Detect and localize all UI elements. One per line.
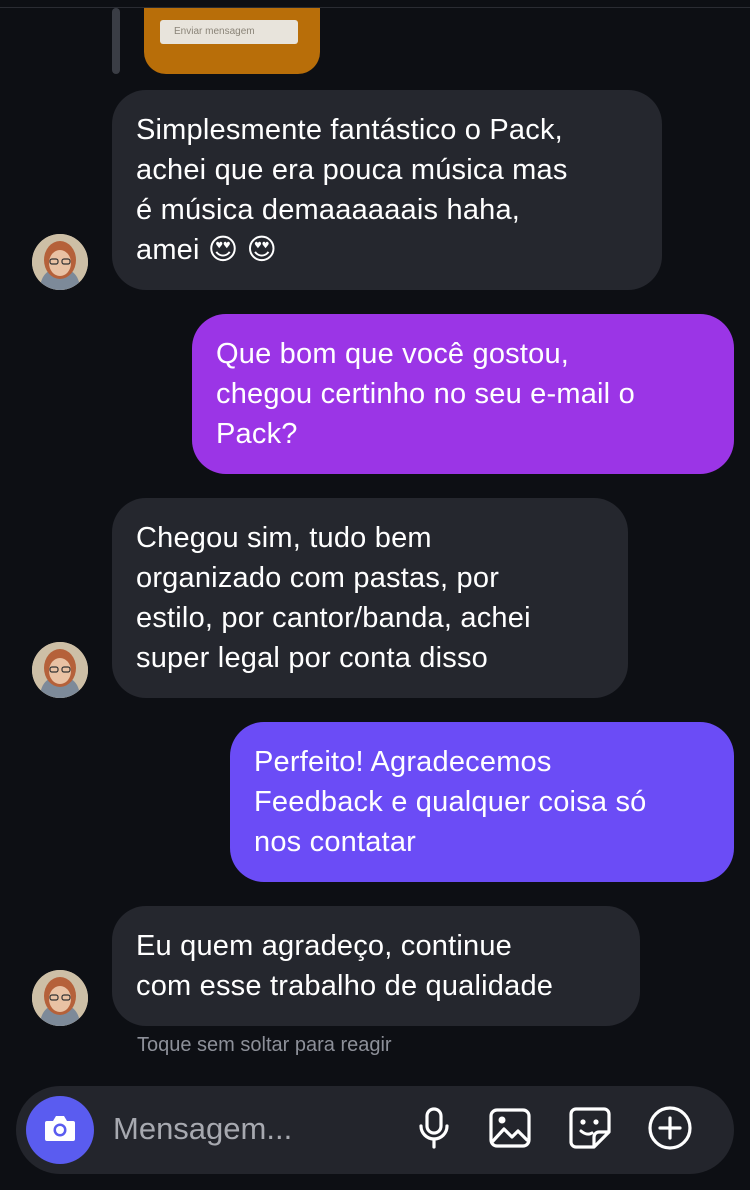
contact-avatar[interactable] — [32, 642, 88, 698]
microphone-button[interactable] — [408, 1104, 460, 1156]
gallery-button[interactable] — [484, 1104, 536, 1156]
sticker-icon — [568, 1106, 612, 1155]
reaction-hint: Toque sem soltar para reagir — [137, 1034, 392, 1056]
more-options-button[interactable] — [644, 1104, 696, 1156]
sticker-button[interactable] — [564, 1104, 616, 1156]
top-divider — [0, 7, 750, 8]
message-incoming[interactable]: Simplesmente fantástico o Pack, achei qu… — [112, 90, 662, 290]
message-composer: Mensagem... — [16, 1086, 734, 1174]
camera-button[interactable] — [26, 1096, 94, 1164]
image-icon — [488, 1107, 532, 1154]
shared-media-preview[interactable]: Enviar mensagem — [144, 8, 320, 74]
microphone-icon — [417, 1106, 451, 1155]
message-incoming[interactable]: Chegou sim, tudo bem organizado com past… — [112, 498, 628, 698]
message-input[interactable]: Mensagem... — [113, 1109, 292, 1149]
message-outgoing[interactable]: Perfeito! Agradecemos Feedback e qualque… — [230, 722, 734, 882]
plus-icon — [647, 1105, 693, 1156]
camera-icon — [43, 1113, 77, 1148]
contact-avatar[interactable] — [32, 970, 88, 1026]
reply-preview-text: Enviar mensagem — [160, 20, 298, 44]
message-incoming[interactable]: Eu quem agradeço, continue com esse trab… — [112, 906, 640, 1026]
contact-avatar[interactable] — [32, 234, 88, 290]
message-outgoing[interactable]: Que bom que você gostou, chegou certinho… — [192, 314, 734, 474]
reply-indicator-bar — [112, 8, 120, 74]
